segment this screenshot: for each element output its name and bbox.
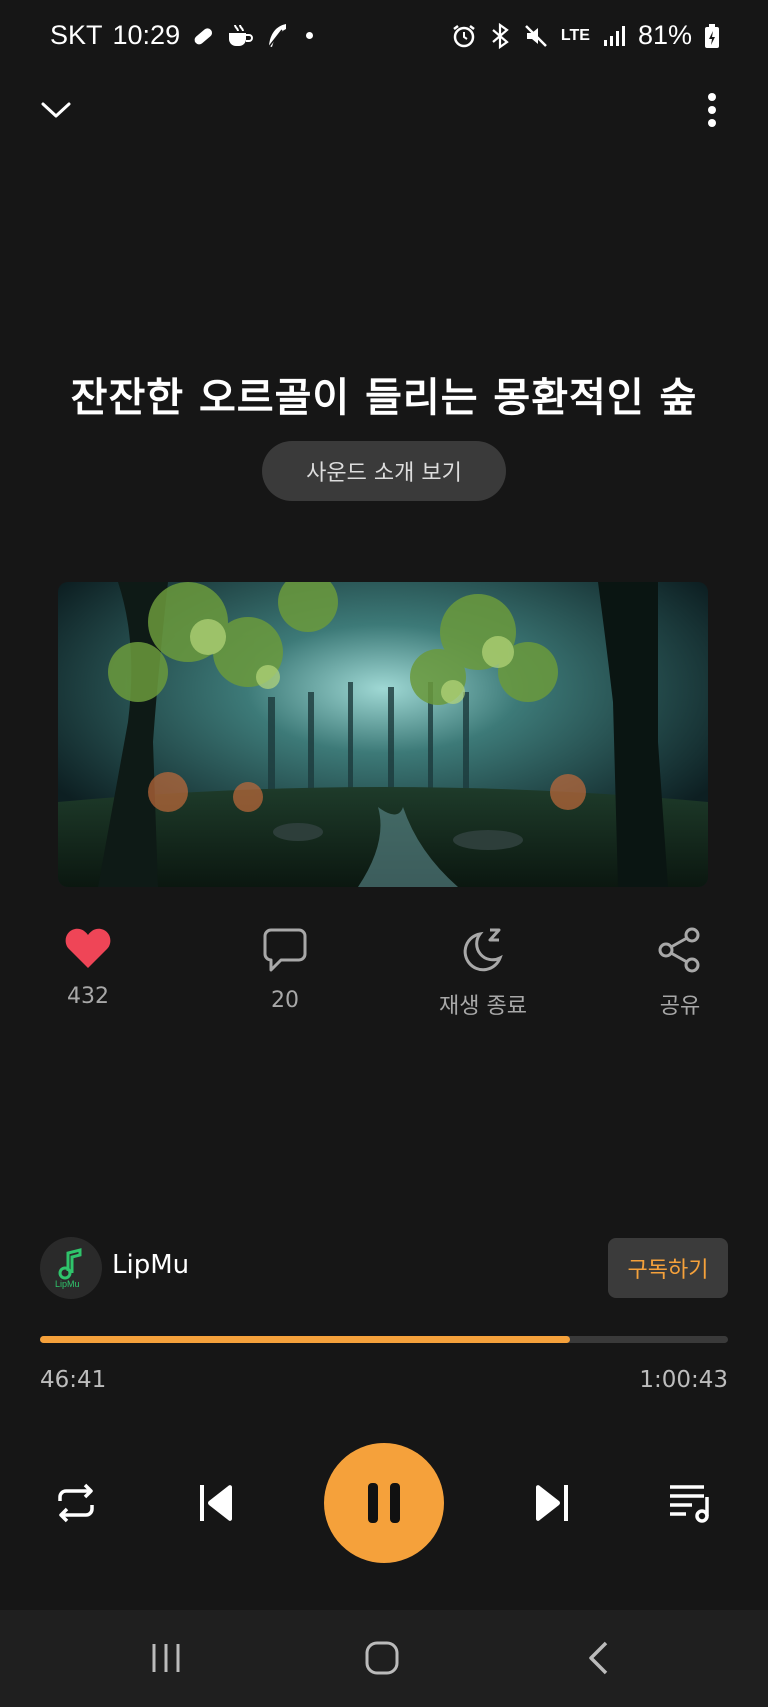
progress-fill bbox=[40, 1336, 570, 1343]
battery-charging-icon bbox=[705, 23, 719, 48]
comment-icon bbox=[263, 928, 307, 972]
like-action[interactable]: 432 bbox=[18, 926, 158, 1009]
more-options-button[interactable] bbox=[682, 80, 742, 140]
feather-icon bbox=[267, 23, 287, 48]
playlist-button[interactable] bbox=[660, 1473, 720, 1533]
signal-icon bbox=[603, 25, 625, 46]
repeat-icon bbox=[58, 1483, 94, 1523]
back-button[interactable] bbox=[568, 1628, 628, 1688]
elapsed-time: 46:41 bbox=[40, 1367, 107, 1393]
share-label: 공유 bbox=[659, 994, 701, 1019]
status-left: SKT 10:29 bbox=[50, 20, 314, 51]
music-note-logo-icon bbox=[58, 1248, 82, 1280]
recent-apps-icon bbox=[152, 1644, 180, 1672]
network-type: LTE bbox=[560, 26, 590, 44]
channel-name[interactable]: LipMu bbox=[112, 1250, 189, 1280]
home-icon bbox=[365, 1641, 399, 1675]
status-right: LTE 81% bbox=[451, 20, 720, 51]
system-nav-bar bbox=[0, 1610, 768, 1707]
clock: 10:29 bbox=[112, 20, 181, 50]
carrier-label: SKT bbox=[50, 20, 103, 50]
sound-intro-button[interactable]: 사운드 소개 보기 bbox=[262, 441, 506, 501]
skip-next-icon bbox=[536, 1485, 568, 1521]
heart-icon bbox=[65, 928, 111, 968]
bluetooth-icon bbox=[492, 22, 509, 49]
pause-button[interactable] bbox=[324, 1443, 444, 1563]
home-button[interactable] bbox=[352, 1628, 412, 1688]
alarm-icon bbox=[453, 24, 475, 47]
pause-icon bbox=[368, 1483, 400, 1523]
queue-music-icon bbox=[670, 1485, 709, 1523]
previous-button[interactable] bbox=[186, 1473, 246, 1533]
share-icon bbox=[658, 927, 700, 973]
more-vertical-icon bbox=[708, 93, 716, 127]
chevron-down-icon bbox=[41, 102, 71, 118]
like-count: 432 bbox=[67, 984, 109, 1009]
recent-apps-button[interactable] bbox=[136, 1628, 196, 1688]
repeat-button[interactable] bbox=[46, 1473, 106, 1533]
sleep-timer-label: 재생 종료 bbox=[439, 994, 527, 1019]
total-time: 1:00:43 bbox=[639, 1367, 728, 1393]
battery-percent: 81% bbox=[637, 20, 692, 50]
back-chevron-icon bbox=[589, 1641, 608, 1675]
collapse-button[interactable] bbox=[26, 80, 86, 140]
sleep-timer-action[interactable]: 재생 종료 bbox=[413, 926, 553, 1020]
subscribe-button[interactable]: 구독하기 bbox=[608, 1238, 728, 1298]
next-button[interactable] bbox=[522, 1473, 582, 1533]
notification-dot-icon bbox=[306, 32, 314, 39]
moon-sleep-icon bbox=[463, 928, 503, 972]
avatar-logo-text: LipMu bbox=[55, 1279, 80, 1289]
mute-icon bbox=[525, 24, 547, 47]
skip-previous-icon bbox=[200, 1485, 232, 1521]
comment-action[interactable]: 20 bbox=[215, 926, 355, 1013]
cover-image bbox=[58, 582, 708, 887]
track-title: 잔잔한 오르골이 들리는 몽환적인 숲 bbox=[70, 375, 698, 421]
status-bar: SKT 10:29 LTE 81% bbox=[0, 0, 768, 80]
share-action[interactable]: 공유 bbox=[610, 926, 750, 1020]
coffee-icon bbox=[229, 24, 254, 46]
channel-avatar[interactable]: LipMu bbox=[40, 1237, 102, 1299]
pill-icon bbox=[194, 27, 213, 44]
comment-count: 20 bbox=[271, 988, 299, 1013]
